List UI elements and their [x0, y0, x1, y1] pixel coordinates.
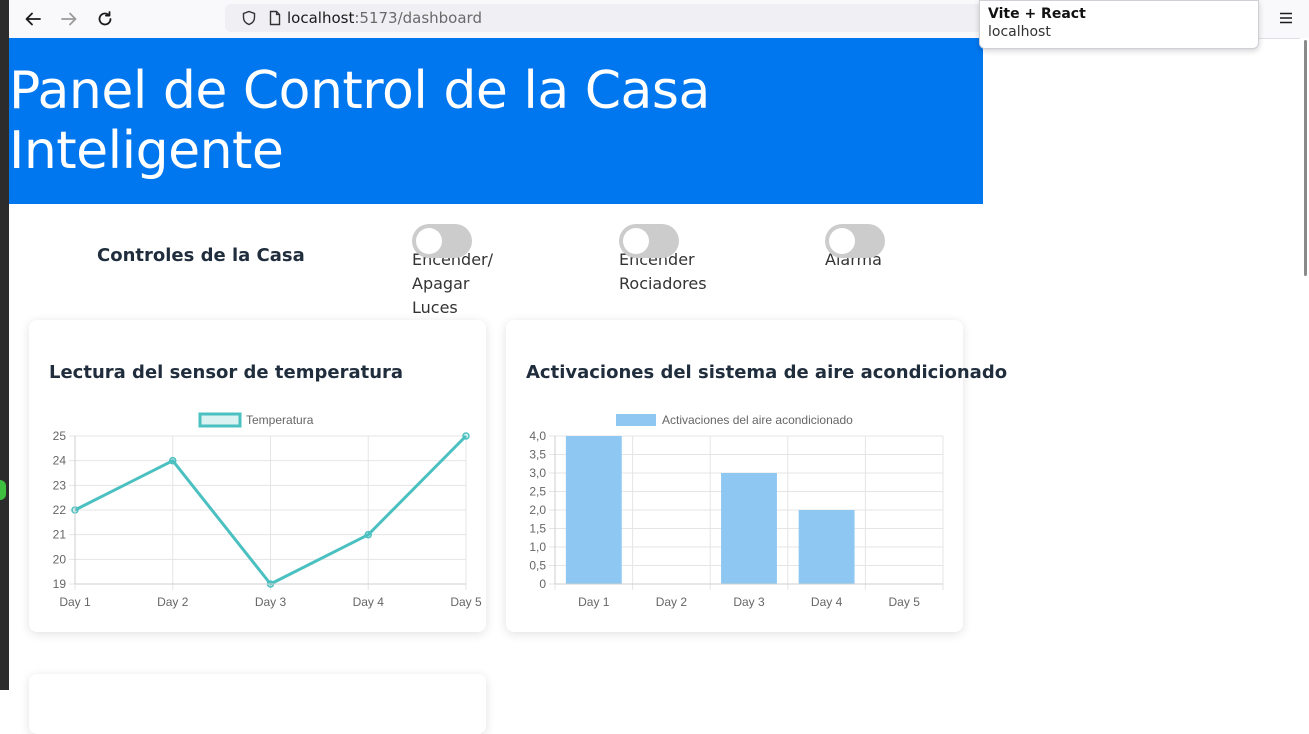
y-tick-label: 22	[53, 503, 67, 517]
scrollbar-thumb[interactable]	[1304, 40, 1307, 276]
legend-swatch	[616, 414, 656, 426]
lights-toggle[interactable]	[412, 224, 472, 258]
ac-bar-chart: Activaciones del aire acondicionado 0 0,5 1…	[529, 413, 944, 609]
page-header: Panel de Control de la Casa Inteligente	[9, 38, 983, 204]
shield-icon	[242, 10, 256, 26]
y-tick-label: 2,0	[529, 503, 546, 517]
temperature-line-chart: Temperatura 19 20 21 22 23 24 25 Day 1 Day 2 Day 3…	[53, 412, 482, 609]
tab-tooltip: Vite + React localhost	[979, 0, 1259, 49]
y-tick-label: 3,0	[529, 466, 546, 480]
x-tick-label: Day 4	[353, 595, 385, 609]
x-tick-label: Day 5	[450, 595, 482, 609]
third-card	[29, 674, 486, 734]
hamburger-icon	[1280, 12, 1292, 24]
desktop-indicator	[0, 480, 6, 500]
y-tick-label: 24	[53, 454, 67, 468]
page-title: Panel de Control de la Casa Inteligente	[9, 61, 710, 181]
address-bar[interactable]: localhost:5173/dashboard	[225, 4, 995, 32]
alarm-toggle[interactable]	[825, 224, 885, 258]
back-button[interactable]	[20, 7, 46, 31]
control-alarm: Alarma	[825, 224, 915, 272]
x-tick-label: Day 3	[255, 595, 287, 609]
tooltip-host: localhost	[988, 24, 1051, 40]
x-tick-label: Day 1	[59, 595, 91, 609]
x-tick-label: Day 1	[578, 595, 610, 609]
desktop-edge	[0, 0, 9, 690]
x-tick-label: Day 4	[811, 595, 843, 609]
y-tick-label: 0,5	[529, 559, 546, 573]
sprinklers-toggle[interactable]	[619, 224, 679, 258]
forward-button[interactable]	[56, 7, 82, 31]
arrow-left-icon	[25, 12, 41, 26]
temperature-card: Lectura del sensor de temperatura Temper…	[29, 320, 486, 632]
y-tick-label: 21	[53, 528, 67, 542]
legend-label: Activaciones del aire acondicionado	[662, 413, 853, 427]
menu-button[interactable]	[1275, 8, 1297, 28]
y-tick-label: 3,5	[529, 448, 546, 462]
page-icon	[269, 10, 281, 26]
x-tick-label: Day 2	[656, 595, 688, 609]
toggle-knob	[416, 228, 442, 254]
bar	[721, 473, 777, 584]
y-tick-label: 1,0	[529, 540, 546, 554]
data-point	[462, 432, 470, 440]
reload-button[interactable]	[92, 7, 118, 31]
y-tick-label: 20	[53, 552, 67, 566]
arrow-right-icon	[61, 12, 77, 26]
lights-label: Encender/ Apagar Luces	[412, 250, 493, 317]
y-tick-label: 23	[53, 478, 67, 492]
data-point	[169, 456, 177, 465]
control-sprinklers: Encender Rociadores	[619, 224, 709, 296]
x-tick-label: Day 2	[157, 595, 189, 609]
ac-card: Activaciones del sistema de aire acondic…	[506, 320, 1007, 632]
tooltip-title: Vite + React	[988, 6, 1086, 22]
controls-title: Controles de la Casa	[97, 245, 305, 266]
control-lights: Encender/ Apagar Luces	[412, 224, 502, 320]
url-text: localhost:5173/dashboard	[287, 9, 482, 27]
y-tick-label: 25	[53, 429, 67, 443]
bar	[565, 436, 622, 584]
reload-icon	[98, 11, 112, 26]
y-tick-label: 0	[539, 577, 546, 591]
y-tick-label: 19	[53, 577, 67, 591]
toggle-knob	[829, 228, 855, 254]
x-tick-label: Day 5	[889, 595, 921, 609]
legend-label: Temperatura	[246, 413, 314, 427]
legend-swatch	[198, 412, 242, 428]
y-tick-label: 1,5	[529, 522, 546, 536]
y-tick-label: 4,0	[529, 429, 546, 443]
toggle-knob	[623, 228, 649, 254]
x-tick-label: Day 3	[733, 595, 765, 609]
y-tick-label: 2,5	[529, 485, 546, 499]
data-point	[364, 530, 372, 539]
bar	[798, 510, 855, 584]
